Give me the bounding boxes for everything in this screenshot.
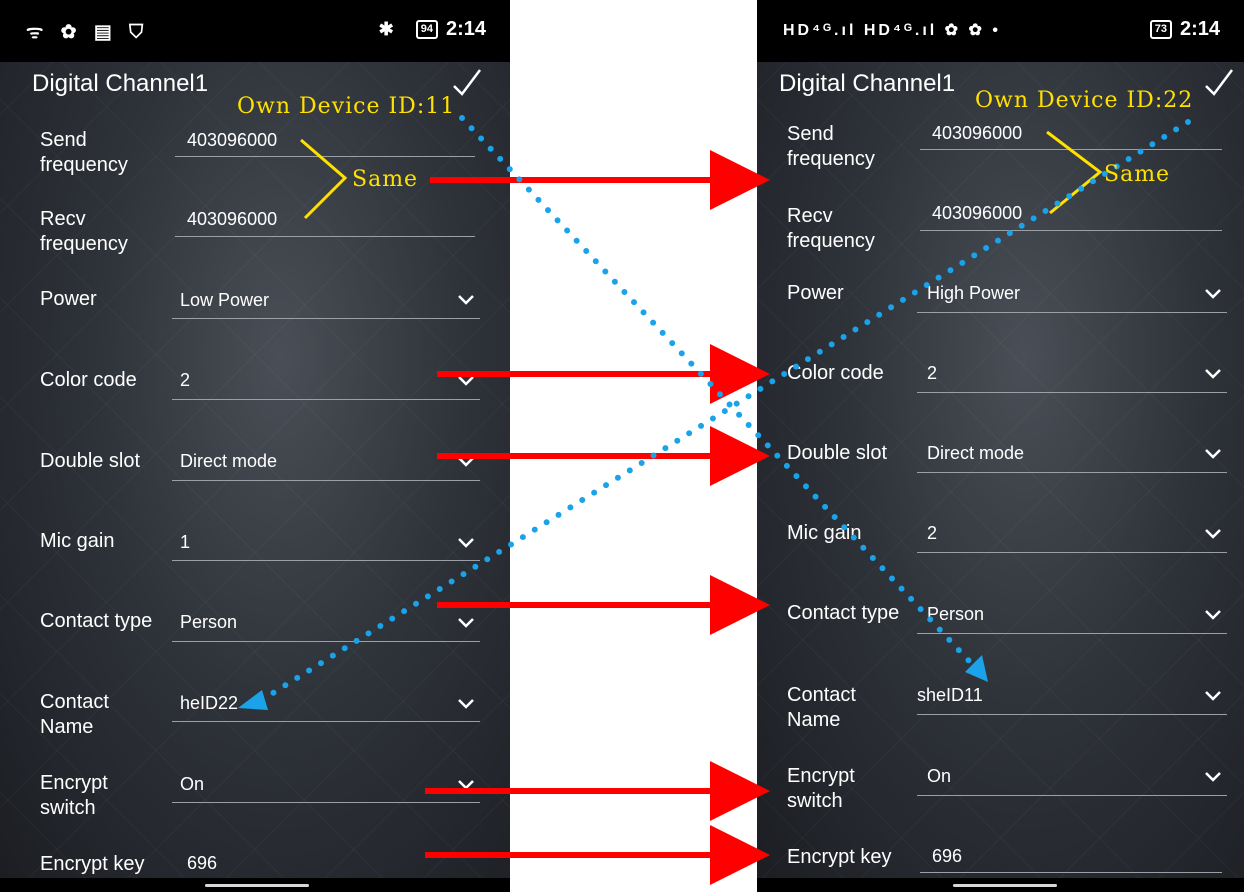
annotation-overlay — [238, 115, 1191, 885]
same-bracket-right — [1046, 130, 1103, 215]
blue-arrowhead-left — [238, 690, 268, 710]
blue-dotted-id11-to-sheid11 — [459, 115, 973, 665]
same-label-right: Same — [1104, 162, 1171, 187]
own-device-id-right: Own Device ID:22 — [975, 88, 1194, 113]
same-bracket-left — [300, 138, 348, 220]
own-device-id-left: Own Device ID:11 — [237, 94, 456, 119]
blue-dotted-id22-to-heid22 — [262, 119, 1191, 701]
same-label-left: Same — [352, 167, 419, 192]
